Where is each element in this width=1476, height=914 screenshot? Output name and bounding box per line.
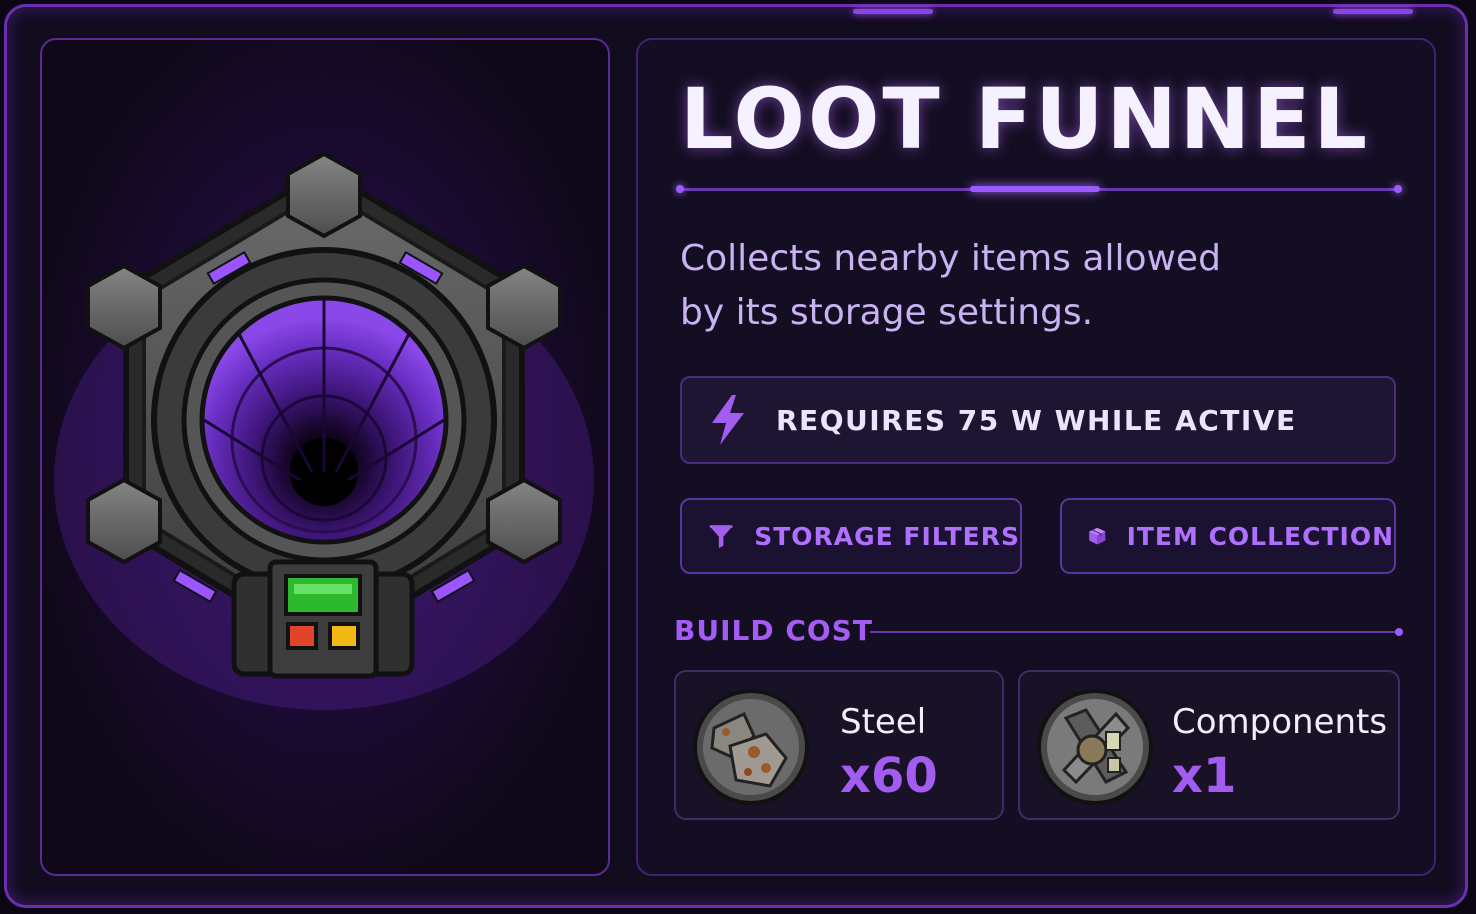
title-divider xyxy=(676,185,1402,193)
item-collection-button[interactable]: ITEM COLLECTION xyxy=(1060,498,1396,574)
box-icon xyxy=(1089,527,1106,545)
frame-notch xyxy=(823,9,1473,15)
cost-item-components: Components x1 xyxy=(1018,670,1400,820)
components-icon xyxy=(1037,689,1153,805)
storage-filters-button[interactable]: STORAGE FILTERS xyxy=(680,498,1022,574)
loot-funnel-illustration xyxy=(54,151,594,710)
item-collection-label: ITEM COLLECTION xyxy=(1126,521,1394,551)
cost-item-steel: Steel x60 xyxy=(674,670,1004,820)
cost-item-name: Components xyxy=(1172,702,1388,742)
steel-icon xyxy=(693,689,809,805)
power-requirement: REQUIRES 75 W WHILE ACTIVE xyxy=(680,376,1396,464)
description-line-1: Collects nearby items allowed xyxy=(680,238,1221,279)
cost-item-quantity: x1 xyxy=(1172,748,1237,804)
funnel-icon xyxy=(709,525,733,548)
power-requirement-label: REQUIRES 75 W WHILE ACTIVE xyxy=(776,403,1297,437)
build-cost-divider xyxy=(870,628,1403,636)
building-info-panel: LOOT FUNNEL Collects nearby items allowe… xyxy=(636,38,1436,876)
description-line-2: by its storage settings. xyxy=(680,292,1094,333)
building-title: LOOT FUNNEL xyxy=(680,70,1370,168)
lightning-bolt-icon xyxy=(712,395,744,445)
storage-filters-label: STORAGE FILTERS xyxy=(754,521,1020,551)
cost-item-name: Steel xyxy=(840,702,927,742)
building-description: Collects nearby items allowed by its sto… xyxy=(680,232,1280,340)
build-cost-heading: BUILD COST xyxy=(674,614,873,647)
building-preview-panel xyxy=(40,38,610,876)
cost-item-quantity: x60 xyxy=(840,748,938,804)
